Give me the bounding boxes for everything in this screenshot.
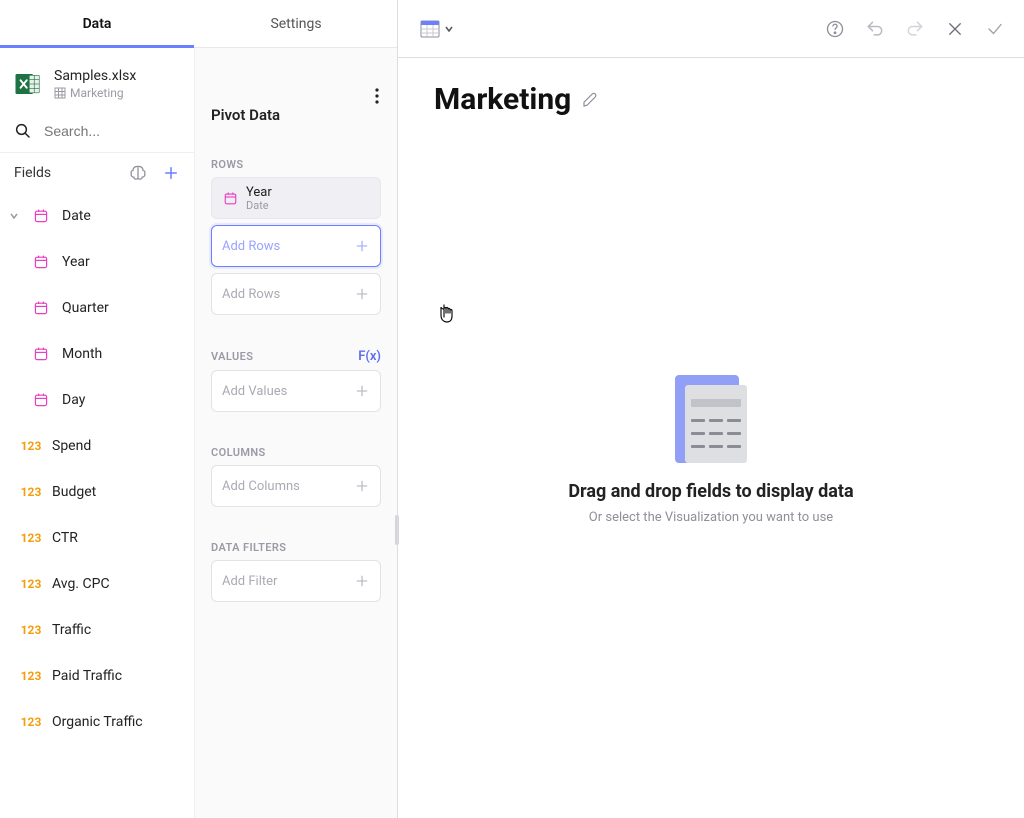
number-icon: 123 xyxy=(20,485,42,499)
field-label: Paid Traffic xyxy=(52,668,122,684)
add-rows-dropzone[interactable]: Add Rows xyxy=(211,273,381,315)
field-spend[interactable]: 123 Spend xyxy=(0,423,194,469)
plus-icon xyxy=(354,478,370,494)
number-icon: 123 xyxy=(20,623,42,637)
field-date-group[interactable]: Date xyxy=(0,193,194,239)
canvas-topbar xyxy=(398,0,1024,58)
fx-link[interactable]: F(x) xyxy=(358,349,381,364)
canvas-headline: Drag and drop fields to display data xyxy=(568,481,853,502)
calendar-icon xyxy=(30,254,52,270)
table-icon xyxy=(54,87,66,99)
calendar-icon xyxy=(30,300,52,316)
confirm-icon[interactable] xyxy=(984,18,1006,40)
add-filter-dropzone[interactable]: Add Filter xyxy=(211,560,381,602)
field-label: Spend xyxy=(52,438,91,454)
sheet-name: Marketing xyxy=(70,86,124,100)
row-chip-main: Year xyxy=(246,185,370,200)
excel-icon xyxy=(12,68,44,100)
field-label: Quarter xyxy=(62,300,109,316)
tab-data[interactable]: Data xyxy=(0,0,194,47)
field-label: Month xyxy=(62,346,102,362)
file-meta: Samples.xlsx Marketing xyxy=(54,68,136,100)
values-section-label: VALUES xyxy=(211,350,253,363)
placeholder-illustration xyxy=(675,375,747,463)
calendar-icon xyxy=(30,346,52,362)
field-label: Date xyxy=(62,208,91,224)
add-filter-label: Add Filter xyxy=(222,574,346,589)
add-rows-label: Add Rows xyxy=(222,239,346,254)
tab-data-label: Data xyxy=(83,16,112,32)
kebab-menu-icon[interactable] xyxy=(375,88,379,104)
field-budget[interactable]: 123 Budget xyxy=(0,469,194,515)
number-icon: 123 xyxy=(20,669,42,683)
field-traffic[interactable]: 123 Traffic xyxy=(0,607,194,653)
redo-icon[interactable] xyxy=(904,18,926,40)
tab-settings-label: Settings xyxy=(270,16,321,32)
file-name: Samples.xlsx xyxy=(54,68,136,84)
brain-icon[interactable] xyxy=(128,163,148,183)
add-field-icon[interactable] xyxy=(162,164,180,182)
tab-settings[interactable]: Settings xyxy=(195,0,397,48)
visualization-dropdown[interactable] xyxy=(416,18,458,40)
pivot-title: Pivot Data xyxy=(211,78,381,124)
field-label: Organic Traffic xyxy=(52,714,143,730)
pivot-panel: Settings Pivot Data ROWS Year Date Add R… xyxy=(194,0,397,818)
fields-label: Fields xyxy=(14,165,51,181)
number-icon: 123 xyxy=(20,531,42,545)
search-row[interactable] xyxy=(0,114,194,153)
canvas-panel: Marketing Drag and drop fields to displa… xyxy=(397,0,1024,818)
calendar-icon xyxy=(30,392,52,408)
plus-icon xyxy=(354,286,370,302)
grid-viz-icon xyxy=(420,20,440,38)
field-paid-traffic[interactable]: 123 Paid Traffic xyxy=(0,653,194,699)
search-icon xyxy=(14,122,32,140)
field-avg-cpc[interactable]: 123 Avg. CPC xyxy=(0,561,194,607)
field-label: CTR xyxy=(52,530,78,546)
plus-icon xyxy=(354,573,370,589)
chevron-down-icon xyxy=(8,211,20,221)
add-values-label: Add Values xyxy=(222,384,346,399)
field-organic-traffic[interactable]: 123 Organic Traffic xyxy=(0,699,194,745)
field-label: Avg. CPC xyxy=(52,576,110,592)
canvas-placeholder: Drag and drop fields to display data Or … xyxy=(398,81,1024,818)
number-icon: 123 xyxy=(20,715,42,729)
filters-section-label: DATA FILTERS xyxy=(211,541,286,554)
add-columns-label: Add Columns xyxy=(222,479,346,494)
plus-icon xyxy=(354,383,370,399)
left-panel: Data Samples.xlsx Marketing xyxy=(0,0,194,818)
close-icon[interactable] xyxy=(944,18,966,40)
field-label: Traffic xyxy=(52,622,91,638)
number-icon: 123 xyxy=(20,439,42,453)
add-values-dropzone[interactable]: Add Values xyxy=(211,370,381,412)
number-icon: 123 xyxy=(20,577,42,591)
row-chip-year[interactable]: Year Date xyxy=(211,177,381,219)
field-label: Budget xyxy=(52,484,96,500)
calendar-icon xyxy=(30,208,52,224)
add-rows-dropzone-active[interactable]: Add Rows xyxy=(211,225,381,267)
field-month[interactable]: Month xyxy=(0,331,194,377)
add-columns-dropzone[interactable]: Add Columns xyxy=(211,465,381,507)
field-label: Day xyxy=(62,392,85,408)
undo-icon[interactable] xyxy=(864,18,886,40)
file-block: Samples.xlsx Marketing xyxy=(0,48,194,114)
add-rows-label: Add Rows xyxy=(222,287,346,302)
field-label: Year xyxy=(62,254,90,270)
field-year[interactable]: Year xyxy=(0,239,194,285)
rows-section-label: ROWS xyxy=(211,158,244,171)
sheet-row: Marketing xyxy=(54,86,136,100)
chevron-down-icon xyxy=(444,24,454,34)
field-tree: Date Year Quarter Month Day xyxy=(0,193,194,818)
field-quarter[interactable]: Quarter xyxy=(0,285,194,331)
field-ctr[interactable]: 123 CTR xyxy=(0,515,194,561)
calendar-icon xyxy=(222,191,238,206)
fields-header: Fields xyxy=(0,153,194,193)
plus-icon xyxy=(354,238,370,254)
field-day[interactable]: Day xyxy=(0,377,194,423)
help-icon[interactable] xyxy=(824,18,846,40)
columns-section-label: COLUMNS xyxy=(211,446,266,459)
main-tabs: Data xyxy=(0,0,194,48)
row-chip-sub: Date xyxy=(246,199,370,212)
canvas-subline: Or select the Visualization you want to … xyxy=(589,510,833,525)
